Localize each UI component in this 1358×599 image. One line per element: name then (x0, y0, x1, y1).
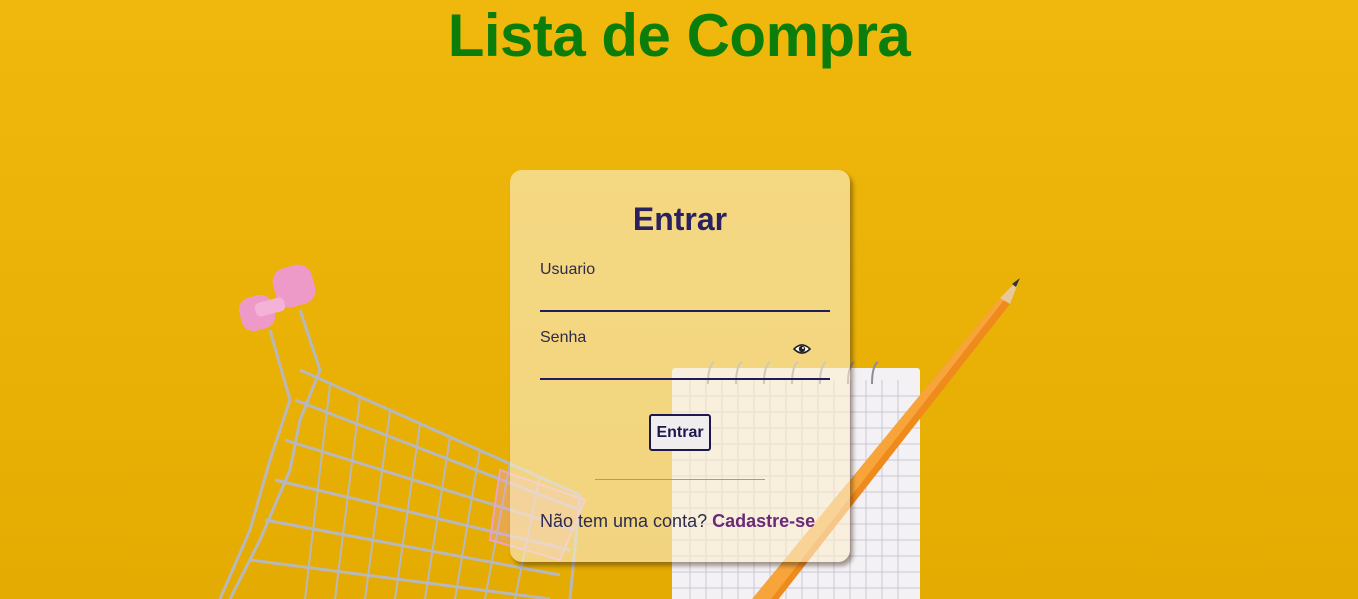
login-title: Entrar (632, 201, 728, 237)
divider (595, 479, 765, 480)
username-input[interactable] (540, 288, 830, 312)
eye-icon[interactable] (793, 342, 811, 356)
app-title: Lista de Compra (447, 2, 911, 69)
signup-link[interactable]: Cadastre-se (712, 511, 815, 531)
login-card: Entrar Usuario Senha Entrar Não tem uma … (510, 170, 850, 562)
password-label: Senha (540, 329, 587, 346)
signup-prompt: Não tem uma conta? Cadastre-se (540, 510, 815, 532)
username-label: Usuario (540, 261, 596, 278)
password-input[interactable] (540, 356, 830, 380)
login-button[interactable]: Entrar (649, 414, 711, 451)
no-account-text: Não tem uma conta? (540, 511, 708, 531)
cart-handle-illustration (238, 264, 316, 332)
